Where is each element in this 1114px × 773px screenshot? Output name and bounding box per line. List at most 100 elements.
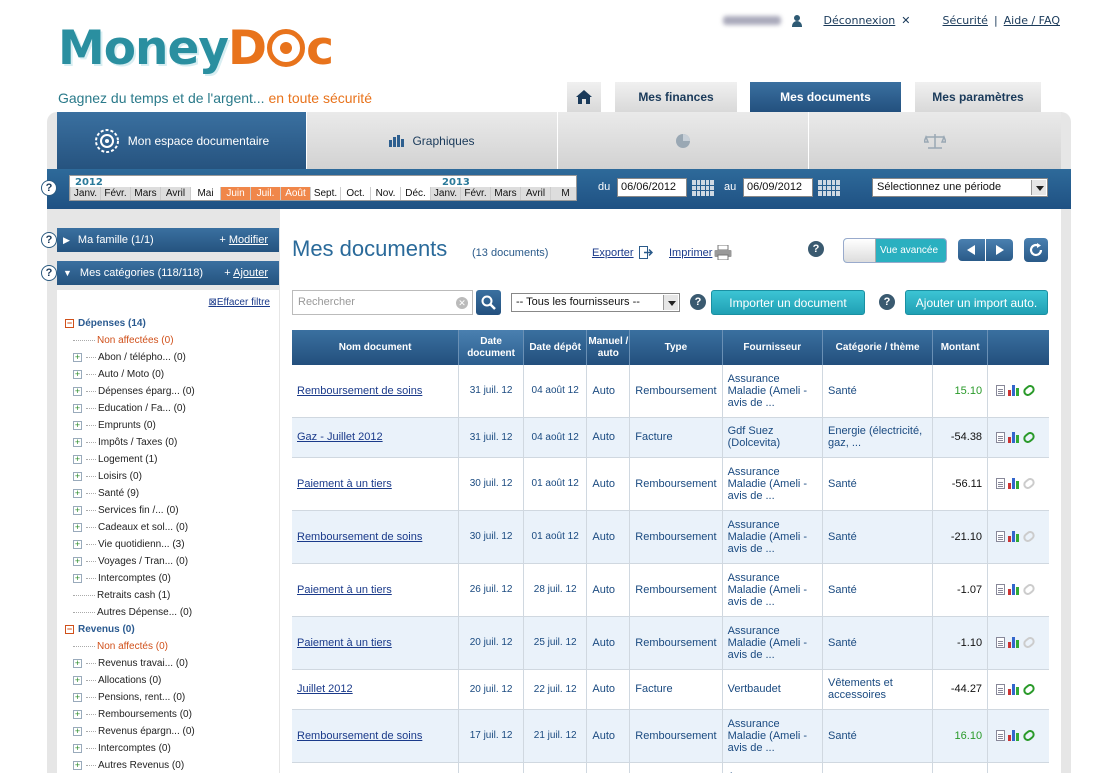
bar-chart-icon[interactable] [1008,531,1020,543]
clear-search-icon[interactable]: ✕ [456,297,468,309]
cell-document-name[interactable]: Gaz - Juillet 2012 [292,417,460,458]
table-row[interactable]: Paiement à un tiers 20 juil. 12 25 juil. 1… [292,616,1049,670]
help-icon[interactable]: ? [690,294,706,310]
expand-icon[interactable]: + [73,438,82,447]
expand-icon[interactable]: + [73,472,82,481]
help-icon[interactable]: ? [879,294,895,310]
timeline-slider[interactable]: 2012 2013 Janv. Févr. Mars Avril Mai Jui… [69,175,577,201]
help-link[interactable]: Aide / FAQ [1004,14,1060,27]
expand-icon[interactable]: + [73,387,82,396]
next-button[interactable] [986,239,1013,261]
expand-icon[interactable]: + [73,353,82,362]
cell-document-name[interactable]: Paiement à un tiers [292,457,460,511]
tree-item[interactable]: + Vie quotidienn... (3) [65,536,195,553]
calendar-icon[interactable] [818,180,840,196]
expand-icon[interactable]: + [73,455,82,464]
tree-item[interactable]: + Education / Fa... (0) [65,400,195,417]
month-cell[interactable]: Nov. [370,187,400,200]
header-fournisseur[interactable]: Fournisseur [722,330,823,365]
tree-item[interactable]: + Revenus travai... (0) [65,655,195,672]
cell-document-name[interactable]: Paiement à un tiers [292,616,460,670]
document-icon[interactable] [996,730,1006,742]
import-document-button[interactable]: Importer un document [711,290,865,315]
famille-header[interactable]: ▶ Ma famille (1/1) + Modifier [57,228,279,252]
collapse-icon[interactable]: − [65,319,74,328]
month-cell[interactable]: Janv. [70,187,100,200]
tree-item[interactable]: + Pensions, rent... (0) [65,689,195,706]
tree-item[interactable]: Retraits cash (1) [65,587,195,604]
attachment-icon[interactable] [1021,728,1037,743]
security-link[interactable]: Sécurité [943,14,988,27]
expand-icon[interactable]: + [73,421,82,430]
subtab-balance[interactable] [809,112,1061,169]
month-cell[interactable]: Oct. [340,187,370,200]
tree-item[interactable]: + Logement (1) [65,451,195,468]
document-icon[interactable] [996,683,1006,695]
clear-filter-link[interactable]: ⊠Effacer filtre [208,297,279,308]
logout-link[interactable]: Déconnexion [823,14,895,27]
tree-item[interactable]: + Allocations (0) [65,672,195,689]
month-cell[interactable]: Sept. [310,187,340,200]
printer-icon[interactable] [714,245,732,260]
search-input[interactable]: Rechercher ✕ [292,290,473,315]
month-cell[interactable]: Janv. [430,187,460,200]
table-row[interactable]: Remboursement de soins 30 juil. 12 01 août… [292,510,1049,564]
expand-icon[interactable]: + [73,404,82,413]
tree-item[interactable]: + Dépenses éparg... (0) [65,383,195,400]
expand-icon[interactable]: + [73,506,82,515]
tab-mes-documents[interactable]: Mes documents [750,82,901,112]
table-row[interactable]: Juillet 2012 20 juil. 12 22 juil. 12 Auto Fa… [292,669,1049,710]
tree-item[interactable]: Non affectés (0) [65,638,195,655]
expand-icon[interactable]: + [73,693,82,702]
help-icon[interactable]: ? [41,232,57,248]
document-icon[interactable] [996,478,1006,490]
brand-logo[interactable]: MoneyD c [58,18,334,80]
collapse-icon[interactable]: − [65,625,74,634]
tab-mes-parametres[interactable]: Mes paramètres [915,82,1041,112]
attachment-icon[interactable] [1021,681,1037,697]
help-icon[interactable]: ? [808,241,824,257]
close-icon[interactable]: ✕ [901,14,910,27]
tree-item[interactable]: + Abon / télépho... (0) [65,349,195,366]
attachment-icon[interactable] [1021,529,1037,544]
home-tab[interactable] [567,82,601,112]
cell-document-name[interactable]: Juillet 2012 [292,669,460,710]
document-icon[interactable] [996,584,1006,596]
subtab-espace-documentaire[interactable]: Mon espace documentaire [57,112,307,169]
table-row[interactable]: Gaz - Juillet 2012 31 juil. 12 04 août 12 A… [292,417,1049,458]
bar-chart-icon[interactable] [1008,730,1020,742]
bar-chart-icon[interactable] [1008,584,1020,596]
month-cell[interactable]: Mars [490,187,520,200]
expand-icon[interactable]: + [73,489,82,498]
tree-item[interactable]: + Services fin /... (0) [65,502,195,519]
tree-item[interactable]: + Auto / Moto (0) [65,366,195,383]
table-row[interactable]: Remboursement de soins 17 juil. 12 21 juil… [292,709,1049,763]
header-categorie[interactable]: Catégorie / thème [822,330,934,365]
tree-item[interactable]: + Impôts / Taxes (0) [65,434,195,451]
month-cell[interactable]: Mai [190,187,220,200]
cell-document-name[interactable] [292,762,460,773]
advanced-view-toggle[interactable]: Vue avancée [843,238,947,263]
expand-icon[interactable]: + [73,574,82,583]
month-cell[interactable]: Mars [130,187,160,200]
expand-icon[interactable]: + [73,540,82,549]
previous-button[interactable] [958,239,985,261]
subtab-graphiques[interactable]: Graphiques [307,112,558,169]
expand-icon[interactable]: + [73,523,82,532]
bar-chart-icon[interactable] [1008,683,1020,695]
document-icon[interactable] [996,385,1006,397]
document-icon[interactable] [996,431,1006,443]
tree-item[interactable]: Non affectées (0) [65,332,195,349]
expand-icon[interactable]: + [73,710,82,719]
cell-document-name[interactable]: Remboursement de soins [292,510,460,564]
table-row[interactable]: Remboursement de soins 31 juil. 12 04 août… [292,365,1049,418]
tree-item[interactable]: + Loisirs (0) [65,468,195,485]
tree-item[interactable]: + Remboursements (0) [65,706,195,723]
header-montant[interactable]: Montant [932,330,989,365]
tree-item[interactable]: Autres Dépense... (0) [65,604,195,621]
tree-item[interactable]: + Emprunts (0) [65,417,195,434]
month-cell[interactable]: Avril [520,187,550,200]
help-icon[interactable]: ? [41,265,57,281]
tree-item[interactable]: + Intercomptes (0) [65,740,195,757]
expand-icon[interactable]: + [73,659,82,668]
